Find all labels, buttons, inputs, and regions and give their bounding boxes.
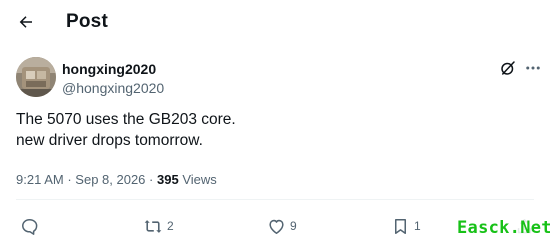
watermark: Easck.Net (454, 218, 550, 238)
tweet-line: new driver drops tomorrow. (16, 132, 203, 149)
heart-icon (269, 219, 284, 234)
grok-button[interactable] (497, 57, 519, 79)
arrow-left-icon (19, 16, 32, 28)
bookmark-count: 1 (414, 219, 421, 233)
tweet-text: The 5070 uses the GB203 core. new driver… (16, 109, 536, 151)
like-count: 9 (290, 219, 297, 233)
tweet-date[interactable]: Sep 8, 2026 (75, 172, 145, 187)
avatar[interactable] (16, 57, 56, 97)
reply-icon (22, 218, 38, 235)
views-count[interactable]: 395 (157, 172, 179, 187)
meta-separator: · (67, 172, 72, 187)
back-button[interactable] (10, 6, 42, 38)
more-options-button[interactable] (522, 57, 544, 79)
page-title: Post (66, 11, 108, 32)
tweet-line: The 5070 uses the GB203 core. (16, 111, 236, 128)
repost-icon (144, 219, 162, 233)
meta-separator: · (149, 172, 154, 187)
top-bar: Post (0, 0, 550, 46)
like-button[interactable]: 9 (267, 216, 297, 236)
author-handle[interactable]: @hongxing2020 (62, 80, 164, 96)
views-label: Views (182, 172, 217, 187)
bookmark-icon (394, 218, 407, 234)
divider (16, 199, 534, 200)
bookmark-button[interactable]: 1 (391, 216, 421, 236)
repost-count: 2 (167, 219, 174, 233)
repost-button[interactable]: 2 (143, 216, 174, 236)
more-horizontal-icon (526, 66, 540, 70)
tweet-meta: 9:21 AM · Sep 8, 2026 · 395 Views (16, 172, 217, 187)
author-display-name[interactable]: hongxing2020 (62, 61, 156, 77)
reply-button[interactable] (20, 216, 43, 236)
grok-icon (501, 61, 515, 75)
tweet-time[interactable]: 9:21 AM (16, 172, 64, 187)
